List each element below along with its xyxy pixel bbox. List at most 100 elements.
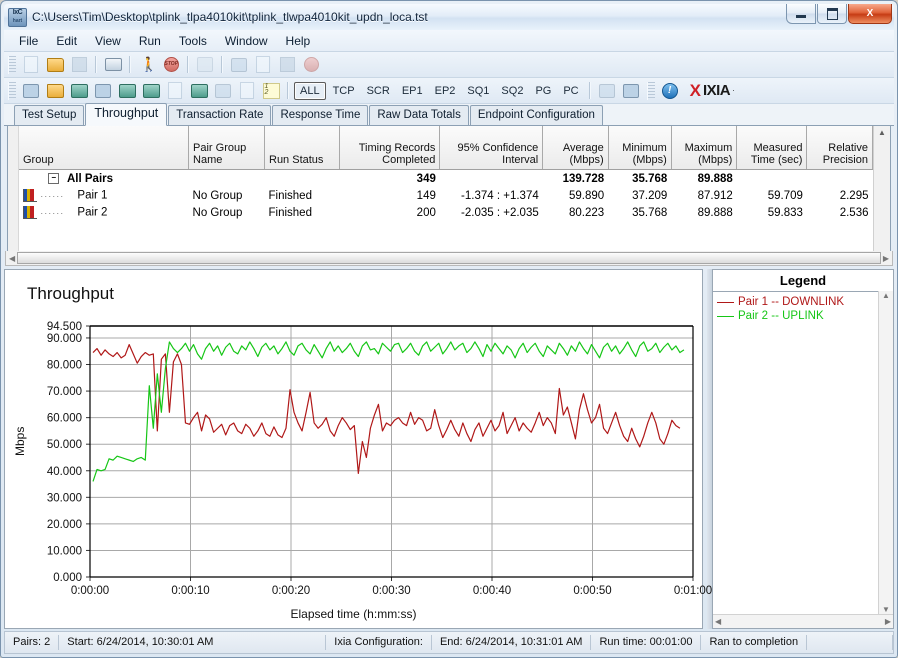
collapse-toggle-icon[interactable]: −: [48, 172, 60, 184]
run-button[interactable]: 🚶: [136, 54, 158, 75]
close-button[interactable]: X: [848, 4, 892, 24]
svg-text:10.000: 10.000: [47, 545, 82, 557]
open-button[interactable]: [44, 54, 66, 75]
legend-item-pair2[interactable]: Pair 2 -- UPLINK: [717, 309, 893, 323]
table-horizontal-scrollbar[interactable]: ◀ ▶: [5, 251, 893, 266]
svg-text:20.000: 20.000: [47, 519, 82, 531]
table-row[interactable]: − All Pairs 349 139.728 35.768 89.888: [19, 170, 873, 188]
scroll-right-icon[interactable]: ▶: [883, 254, 892, 263]
tab-raw-data-totals[interactable]: Raw Data Totals: [369, 105, 469, 125]
filter-tcp[interactable]: TCP: [328, 83, 360, 99]
edit-script-button[interactable]: [164, 80, 186, 101]
col-average[interactable]: Average (Mbps): [542, 126, 609, 170]
legend-scroll-left-icon[interactable]: ◀: [715, 617, 721, 626]
refresh-icon: [197, 57, 213, 72]
menu-window-label: Window: [224, 33, 268, 48]
svg-text:30.000: 30.000: [47, 492, 82, 504]
monitor2-button[interactable]: [140, 80, 162, 101]
tab-transaction-rate[interactable]: Transaction Rate: [168, 105, 272, 125]
col-minimum[interactable]: Minimum (Mbps): [608, 126, 672, 170]
console-button[interactable]: [68, 80, 90, 101]
table-row[interactable]: ······ Pair 2 No Group Finished 200 -2.0…: [19, 204, 873, 221]
hscroll-thumb[interactable]: [17, 252, 881, 264]
stop-button[interactable]: STOP: [160, 54, 182, 75]
import-button[interactable]: [620, 80, 642, 101]
svg-text:0:00:10: 0:00:10: [171, 585, 209, 597]
minimize-button[interactable]: [786, 4, 816, 24]
legend-scroll-up-icon[interactable]: ▲: [882, 291, 890, 300]
delete-button[interactable]: [300, 54, 322, 75]
endpoint-pair-button[interactable]: [20, 80, 42, 101]
maximize-button[interactable]: [817, 4, 847, 24]
monitor1-button[interactable]: [116, 80, 138, 101]
toolbar-grip-2[interactable]: [8, 81, 16, 100]
connection-button[interactable]: [44, 80, 66, 101]
filter-sq2[interactable]: SQ2: [496, 83, 528, 99]
legend-scroll-right-icon[interactable]: ▶: [885, 617, 891, 626]
ordering-button[interactable]: 12: [260, 80, 282, 101]
print-button[interactable]: [102, 54, 124, 75]
new-button[interactable]: [20, 54, 42, 75]
menu-item-edit[interactable]: Edit: [47, 32, 86, 50]
svg-text:0:01:00: 0:01:00: [674, 585, 712, 597]
col-confidence-interval[interactable]: 95% Confidence Interval: [439, 126, 544, 170]
col-group[interactable]: Group: [19, 126, 190, 170]
refresh-button[interactable]: [194, 54, 216, 75]
copy-button[interactable]: [252, 54, 274, 75]
open-folder-icon: [46, 57, 64, 72]
menu-item-help[interactable]: Help: [277, 32, 320, 50]
cell-confidence: [440, 170, 543, 188]
toolbar-grip[interactable]: [8, 55, 16, 74]
menu-item-window[interactable]: Window: [216, 32, 277, 50]
scroll-up-icon[interactable]: ▲: [878, 126, 886, 141]
cut-button[interactable]: [228, 54, 250, 75]
table-left-rail: [8, 126, 19, 264]
report-button[interactable]: [236, 80, 258, 101]
tab-throughput[interactable]: Throughput: [85, 103, 168, 126]
col-run-status[interactable]: Run Status: [264, 126, 340, 170]
legend-scroll-down-icon[interactable]: ▼: [882, 605, 890, 614]
table-vertical-scrollbar[interactable]: ▲ ▼: [873, 126, 890, 264]
filter-pg[interactable]: PG: [530, 83, 556, 99]
menu-item-tools[interactable]: Tools: [170, 32, 216, 50]
export-button[interactable]: [596, 80, 618, 101]
cell-average: 139.728: [562, 172, 605, 185]
table-row[interactable]: ······ Pair 1 No Group Finished 149 -1.3…: [19, 187, 873, 204]
col-maximum[interactable]: Maximum (Mbps): [671, 126, 738, 170]
filter-scr[interactable]: SCR: [362, 83, 395, 99]
col-relative-precision[interactable]: Relative Precision: [806, 126, 873, 170]
import-icon: [622, 83, 639, 98]
legend-horizontal-scrollbar[interactable]: ◀ ▶: [713, 614, 893, 628]
cell-maximum: 87.912: [697, 189, 733, 202]
menu-item-file[interactable]: File: [10, 32, 47, 50]
chart-row-icon[interactable]: [23, 189, 37, 202]
tab-response-time[interactable]: Response Time: [272, 105, 369, 125]
chart-button[interactable]: [212, 80, 234, 101]
save-button[interactable]: [68, 54, 90, 75]
chart-row-icon[interactable]: [23, 206, 37, 219]
stop-sign-icon: STOP: [163, 57, 179, 72]
filter-all[interactable]: ALL: [294, 81, 326, 100]
col-measured-time[interactable]: Measured Time (sec): [736, 126, 808, 170]
legend-item-pair1[interactable]: Pair 1 -- DOWNLINK: [717, 295, 893, 309]
network-button[interactable]: [92, 80, 114, 101]
legend-vertical-scrollbar[interactable]: ▲ ▼: [878, 291, 893, 614]
toolbar-grip-3[interactable]: [646, 81, 655, 100]
tab-test-setup[interactable]: Test Setup: [14, 105, 85, 125]
filter-ep1[interactable]: EP1: [397, 83, 428, 99]
scroll-left-icon[interactable]: ◀: [6, 254, 15, 263]
row-group-label: Pair 1: [77, 189, 108, 202]
menu-item-view[interactable]: View: [86, 32, 130, 50]
filter-pc[interactable]: PC: [558, 83, 583, 99]
col-pair-group-name[interactable]: Pair Group Name: [188, 126, 265, 170]
printer-icon: [104, 58, 122, 71]
filter-ep2[interactable]: EP2: [430, 83, 461, 99]
menu-item-run[interactable]: Run: [130, 32, 170, 50]
filter-sq1[interactable]: SQ1: [462, 83, 494, 99]
tab-endpoint-configuration[interactable]: Endpoint Configuration: [469, 105, 603, 125]
title-bar: IxC hart C:\Users\Tim\Desktop\tplink_tlp…: [4, 4, 894, 30]
about-button[interactable]: !: [659, 80, 681, 101]
col-timing-records[interactable]: Timing Records Completed: [339, 126, 441, 170]
capture-button[interactable]: [188, 80, 210, 101]
paste-button[interactable]: [276, 54, 298, 75]
